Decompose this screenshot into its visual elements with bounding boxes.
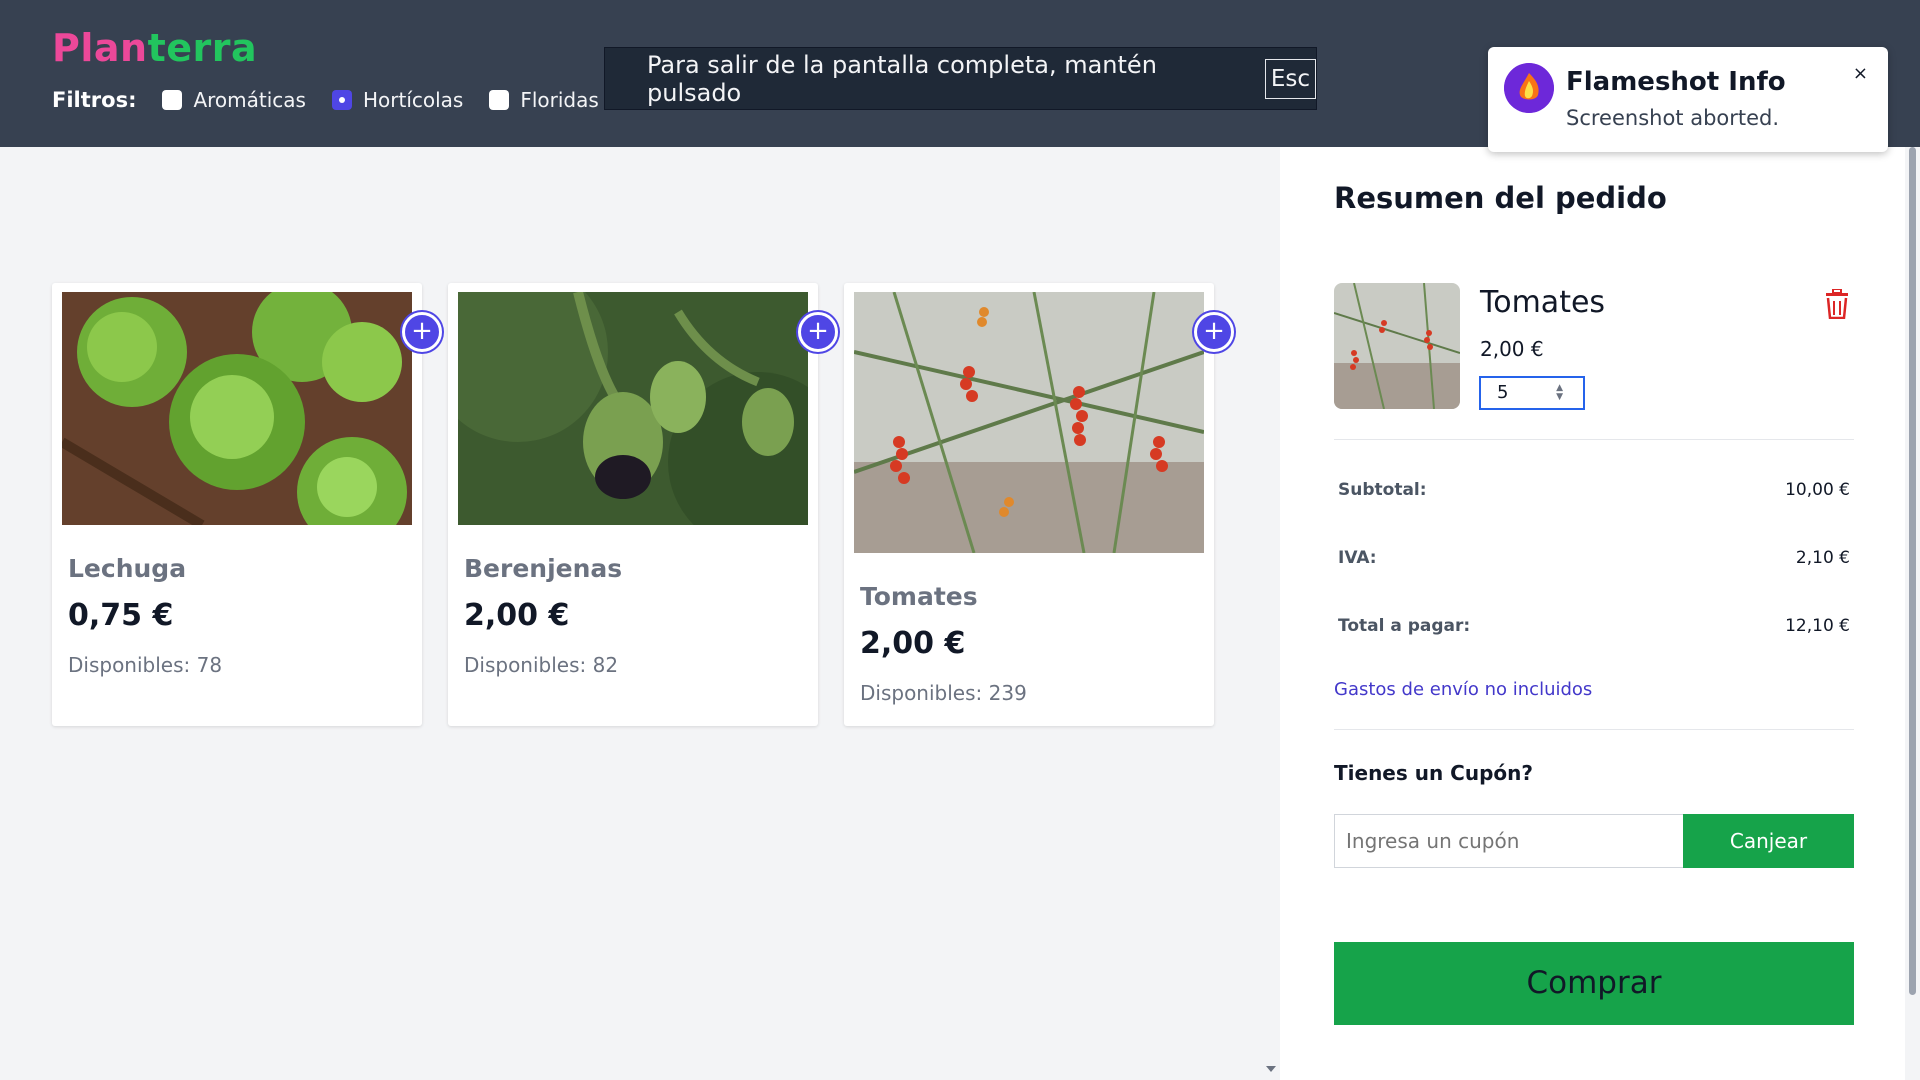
logo-part1: Plan bbox=[52, 26, 148, 70]
cart-item-name: Tomates bbox=[1480, 285, 1606, 320]
filter-aromaticas[interactable]: Aromáticas bbox=[162, 88, 306, 112]
coupon-title: Tienes un Cupón? bbox=[1334, 761, 1533, 785]
total-value: 12,10 € bbox=[1785, 616, 1850, 636]
stepper-arrows-icon[interactable]: ▲ ▼ bbox=[1556, 384, 1563, 402]
lettuce-photo bbox=[62, 292, 412, 525]
scroll-down-icon[interactable] bbox=[1266, 1066, 1276, 1072]
filter-floridas-label: Floridas bbox=[520, 88, 599, 112]
filter-aromaticas-label: Aromáticas bbox=[193, 88, 306, 112]
iva-row: IVA: 2,10 € bbox=[1338, 548, 1850, 568]
product-price: 2,00 € bbox=[464, 598, 570, 633]
close-icon[interactable]: × bbox=[1853, 63, 1868, 84]
order-summary-title: Resumen del pedido bbox=[1334, 181, 1667, 215]
iva-label: IVA: bbox=[1338, 548, 1377, 568]
planterra-logo[interactable]: Planterra bbox=[52, 26, 257, 70]
shipping-note-link[interactable]: Gastos de envío no incluidos bbox=[1334, 679, 1592, 700]
filter-horticolas-radio[interactable] bbox=[331, 90, 352, 110]
notification-title: Flameshot Info bbox=[1566, 67, 1786, 97]
divider bbox=[1334, 729, 1854, 730]
iva-value: 2,10 € bbox=[1795, 548, 1850, 568]
coupon-input[interactable] bbox=[1334, 814, 1684, 868]
flameshot-notification: Flameshot Info Screenshot aborted. × bbox=[1488, 47, 1888, 152]
product-stock: Disponibles: 239 bbox=[860, 681, 1027, 705]
esc-key-hint: Esc bbox=[1264, 58, 1316, 99]
cart-item-price: 2,00 € bbox=[1480, 337, 1544, 361]
product-card-tomates[interactable]: + Tomates 2,00 € Disponibles: 239 bbox=[844, 283, 1234, 726]
add-to-cart-button-lechuga[interactable]: + bbox=[402, 312, 442, 352]
order-summary-panel: Resumen del pedido Tomates 2,00 € 5 ▲▼ bbox=[1280, 147, 1905, 1080]
quantity-value: 5 bbox=[1497, 382, 1509, 403]
add-to-cart-button-berenjenas[interactable]: + bbox=[798, 312, 838, 352]
product-name: Tomates bbox=[860, 582, 978, 611]
product-grid: + Lechuga 0,75 € Disponibles: 78 + Beren… bbox=[0, 147, 1265, 1080]
logo-part2: terra bbox=[147, 26, 258, 70]
total-label: Total a pagar: bbox=[1338, 616, 1471, 636]
product-card-lechuga[interactable]: + Lechuga 0,75 € Disponibles: 78 bbox=[52, 283, 442, 726]
filter-horticolas-label: Hortícolas bbox=[362, 88, 464, 112]
subtotal-label: Subtotal: bbox=[1338, 480, 1427, 500]
subtotal-value: 10,00 € bbox=[1785, 480, 1850, 500]
product-name: Berenjenas bbox=[464, 554, 623, 583]
buy-button[interactable]: Comprar bbox=[1334, 942, 1854, 1025]
quantity-stepper[interactable]: 5 ▲ ▼ bbox=[1479, 376, 1585, 410]
sidebar-scrollbar[interactable] bbox=[1905, 147, 1920, 1080]
product-name: Lechuga bbox=[68, 554, 187, 583]
cart-item-thumbnail bbox=[1334, 283, 1460, 409]
product-card-berenjenas[interactable]: + Berenjenas 2,00 € Disponibles: 82 bbox=[448, 283, 838, 726]
filter-horticolas[interactable]: Hortícolas bbox=[331, 88, 464, 112]
product-price: 2,00 € bbox=[860, 626, 966, 661]
add-to-cart-button-tomates[interactable]: + bbox=[1194, 312, 1234, 352]
scrollbar-thumb[interactable] bbox=[1909, 147, 1916, 995]
filter-bar: Filtros: Aromáticas Hortícolas Floridas bbox=[52, 88, 625, 112]
total-row: Total a pagar: 12,10 € bbox=[1338, 616, 1850, 636]
tomato-photo bbox=[854, 292, 1204, 553]
fullscreen-exit-banner: Para salir de la pantalla completa, mant… bbox=[604, 47, 1317, 110]
product-stock: Disponibles: 78 bbox=[68, 653, 223, 677]
fullscreen-banner-text: Para salir de la pantalla completa, mant… bbox=[647, 50, 1157, 107]
product-stock: Disponibles: 82 bbox=[464, 653, 619, 677]
divider bbox=[1334, 439, 1854, 440]
product-price: 0,75 € bbox=[68, 598, 174, 633]
filter-aromaticas-checkbox[interactable] bbox=[162, 90, 183, 110]
subtotal-row: Subtotal: 10,00 € bbox=[1338, 480, 1850, 500]
redeem-coupon-button[interactable]: Canjear bbox=[1683, 814, 1854, 868]
filter-floridas[interactable]: Floridas bbox=[489, 88, 599, 112]
filters-label: Filtros: bbox=[52, 88, 137, 112]
eggplant-photo bbox=[458, 292, 808, 525]
notification-message: Screenshot aborted. bbox=[1566, 106, 1780, 130]
filter-floridas-checkbox[interactable] bbox=[489, 90, 510, 110]
flameshot-icon bbox=[1504, 63, 1554, 113]
trash-icon[interactable] bbox=[1824, 288, 1850, 320]
